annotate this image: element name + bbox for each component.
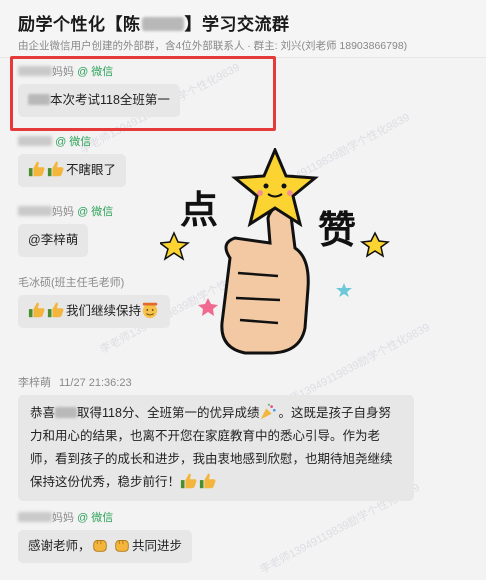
sender-line: @ 微信 xyxy=(18,134,126,150)
sender-line: 毛冰硕(班主任毛老师) xyxy=(18,277,125,289)
message-bubble[interactable]: 不瞎眼了 xyxy=(18,154,127,187)
sticker-text-left: 点 xyxy=(180,188,218,232)
star-icon xyxy=(359,231,390,258)
chat-header: 励学个性化【陈 】学习交流群 由企业微信用户创建的外部群，含4位外部联系人 · 群… xyxy=(0,0,486,58)
message[interactable]: 妈妈 @ 微信 @李梓萌 xyxy=(18,204,113,257)
highlight-box xyxy=(10,56,276,131)
star-icon xyxy=(336,283,352,297)
wechat-tag: @ 微信 xyxy=(55,136,92,148)
thumbs-up-icon xyxy=(47,161,64,177)
party-popper-icon xyxy=(261,403,277,420)
redacted-sender xyxy=(18,512,52,522)
star-icon xyxy=(160,231,190,261)
thumbs-up-icon xyxy=(28,302,45,318)
wechat-tag: @ 微信 xyxy=(77,512,114,524)
message[interactable]: 毛冰硕(班主任毛老师) 我们继续保持 xyxy=(18,275,171,328)
thumbs-up-icon xyxy=(199,473,216,489)
thumbs-up-icon xyxy=(28,161,45,177)
sender-line: 妈妈 @ 微信 xyxy=(18,510,192,526)
thumbs-up-icon xyxy=(180,473,197,489)
message[interactable]: @ 微信 不瞎眼了 xyxy=(18,134,127,187)
group-subtitle: 由企业微信用户创建的外部群，含4位外部联系人 · 群主: 刘兴(刘老师 1890… xyxy=(18,40,408,52)
message-bubble[interactable]: 恭喜 取得118分、全班第一的优异成绩 。这既是孩子自身努力和用心的结果，也离不开您… xyxy=(18,395,414,501)
redacted-sender xyxy=(18,136,52,146)
thumbs-up-icon xyxy=(47,302,64,318)
message[interactable]: 李梓萌 11/27 21:36:23 恭喜 取得118分、全班第一的优异成绩 。这既是… xyxy=(18,375,418,501)
sender-line: 妈妈 @ 微信 xyxy=(18,204,113,220)
strong-emoji-icon xyxy=(142,302,158,319)
redacted-name xyxy=(141,17,184,31)
message-time: 11/27 21:36:23 xyxy=(59,377,132,389)
fist-icon xyxy=(115,540,129,552)
group-title: 励学个性化【陈 】学习交流群 xyxy=(18,15,290,34)
star-icon xyxy=(198,298,218,316)
like-sticker: 点 赞 xyxy=(160,148,390,355)
message-bubble[interactable]: 感谢老师， 共同进步 xyxy=(18,530,193,563)
redacted-sender xyxy=(18,206,52,216)
wechat-tag: @ 微信 xyxy=(77,206,114,218)
thumb-hand xyxy=(220,205,310,355)
sticker-text-right: 赞 xyxy=(318,208,356,252)
message-bubble[interactable]: 我们继续保持 xyxy=(18,295,171,328)
redacted-name xyxy=(55,407,78,418)
fist-icon xyxy=(92,540,107,552)
message-bubble[interactable]: @李梓萌 xyxy=(18,224,89,257)
sender-line: 李梓萌 11/27 21:36:23 xyxy=(18,377,132,389)
message[interactable]: 妈妈 @ 微信 感谢老师， 共同进步 xyxy=(18,510,193,563)
